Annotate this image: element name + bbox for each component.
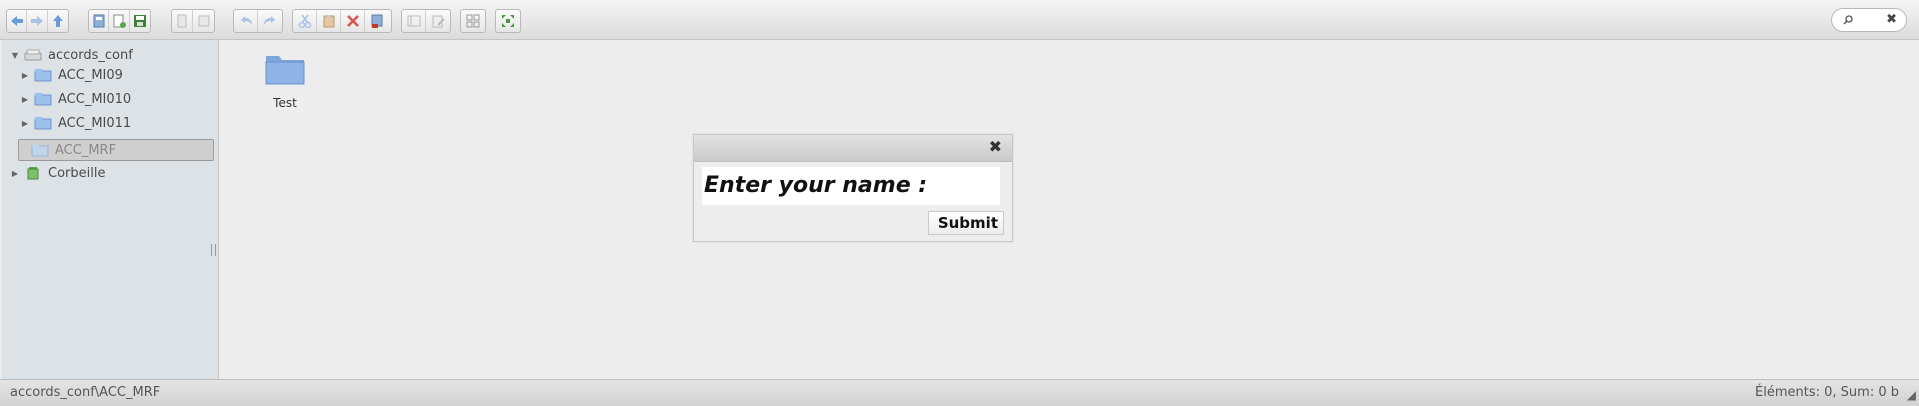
open-group <box>171 9 215 33</box>
save-disabled-button[interactable] <box>193 10 214 32</box>
tree-root-label: accords_conf <box>48 47 133 63</box>
folder-icon <box>34 117 52 130</box>
edit-group <box>292 9 392 33</box>
up-button[interactable] <box>48 10 68 32</box>
grid-group <box>460 9 486 33</box>
undo-icon <box>240 16 252 25</box>
open-icon <box>177 14 187 28</box>
name-prompt-dialog: ✖ Enter your name : Submit <box>693 134 1013 242</box>
file-view: Test <box>219 40 1919 379</box>
folder-icon <box>31 144 49 157</box>
collapsed-arrow-icon[interactable]: ▶ <box>20 95 30 104</box>
undo-button[interactable] <box>234 10 258 32</box>
folder-icon <box>265 56 305 85</box>
forward-icon <box>31 16 44 26</box>
info-button[interactable] <box>365 10 389 32</box>
history-group <box>233 9 283 33</box>
search-icon <box>1843 15 1853 25</box>
cut-button[interactable] <box>293 10 317 32</box>
reload-icon <box>93 14 105 28</box>
selection-summary: Éléments: 0, Sum: 0 b <box>1755 385 1899 400</box>
tree-root-accords-conf[interactable]: ▼ accords_conf <box>10 44 133 66</box>
folder-item-test[interactable]: Test <box>255 50 315 110</box>
search-box[interactable]: ✖ <box>1831 8 1907 32</box>
name-input[interactable]: Enter your name : <box>702 167 1000 205</box>
tree-item-label: ACC_MI011 <box>58 115 132 131</box>
forward-button[interactable] <box>27 10 48 32</box>
redo-button[interactable] <box>258 10 282 32</box>
fullscreen-icon <box>502 15 514 27</box>
tree-item-acc-mi09[interactable]: ▶ ACC_MI09 <box>20 64 123 86</box>
redo-icon <box>264 16 275 25</box>
back-icon <box>10 16 23 26</box>
grid-view-icon <box>466 14 480 28</box>
edit-icon <box>432 15 445 28</box>
new-file-icon <box>113 14 127 28</box>
current-path: accords_conf\ACC_MRF <box>10 385 161 400</box>
edit-button[interactable] <box>426 10 450 32</box>
new-file-button[interactable] <box>109 10 130 32</box>
tree-item-label: ACC_MRF <box>55 142 117 158</box>
navigation-group <box>6 9 69 33</box>
tree-item-corbeille[interactable]: ▶ Corbeille <box>10 162 106 184</box>
folder-tree: ▼ accords_conf ▶ ACC_MI09 ▶ ACC_MI010 ▶ … <box>2 40 219 379</box>
file-manager-window: ✖ ▼ accords_conf ▶ ACC_MI09 ▶ ACC_MI010 … <box>0 0 1919 406</box>
tree-item-acc-mrf[interactable]: ACC_MRF <box>18 139 214 161</box>
splitter-handle[interactable] <box>211 244 216 256</box>
reload-button[interactable] <box>89 10 110 32</box>
trash-icon <box>27 167 39 180</box>
expanded-arrow-icon[interactable]: ▼ <box>10 51 20 60</box>
properties-button[interactable] <box>402 10 426 32</box>
save-button[interactable] <box>130 10 150 32</box>
fullscreen-button[interactable] <box>496 10 520 32</box>
tree-item-acc-mi010[interactable]: ▶ ACC_MI010 <box>20 88 131 110</box>
properties-icon <box>407 15 420 27</box>
folder-icon <box>34 69 52 82</box>
tree-item-label: Corbeille <box>48 165 106 181</box>
file-group <box>88 9 151 33</box>
back-button[interactable] <box>7 10 28 32</box>
tree-item-label: ACC_MI010 <box>58 91 132 107</box>
info-icon <box>371 14 383 28</box>
save-icon <box>133 15 146 27</box>
close-icon[interactable]: ✖ <box>989 137 1002 156</box>
toolbar: ✖ <box>0 0 1919 40</box>
cut-icon <box>298 14 311 29</box>
tree-item-label: ACC_MI09 <box>58 67 123 83</box>
fullscreen-group <box>495 9 521 33</box>
open-button[interactable] <box>172 10 194 32</box>
dialog-titlebar[interactable]: ✖ <box>694 135 1012 162</box>
resize-grip-icon[interactable]: ◢ <box>1907 388 1916 402</box>
delete-icon <box>346 15 359 27</box>
collapsed-arrow-icon[interactable]: ▶ <box>20 71 30 80</box>
status-bar: accords_conf\ACC_MRF Éléments: 0, Sum: 0… <box>0 379 1919 406</box>
grid-view-button[interactable] <box>461 10 485 32</box>
up-icon <box>52 15 63 27</box>
delete-button[interactable] <box>341 10 365 32</box>
collapsed-arrow-icon[interactable]: ▶ <box>20 119 30 128</box>
submit-button[interactable]: Submit <box>928 211 1004 235</box>
folder-icon <box>34 93 52 106</box>
paste-button[interactable] <box>317 10 341 32</box>
view-props-group <box>401 9 451 33</box>
clear-search-icon[interactable]: ✖ <box>1886 11 1897 29</box>
folder-item-label: Test <box>273 96 297 110</box>
collapsed-arrow-icon[interactable]: ▶ <box>10 169 20 178</box>
paste-icon <box>323 15 334 28</box>
drive-icon <box>24 49 42 61</box>
save-disabled-icon <box>198 15 210 27</box>
tree-item-acc-mi011[interactable]: ▶ ACC_MI011 <box>20 112 131 134</box>
